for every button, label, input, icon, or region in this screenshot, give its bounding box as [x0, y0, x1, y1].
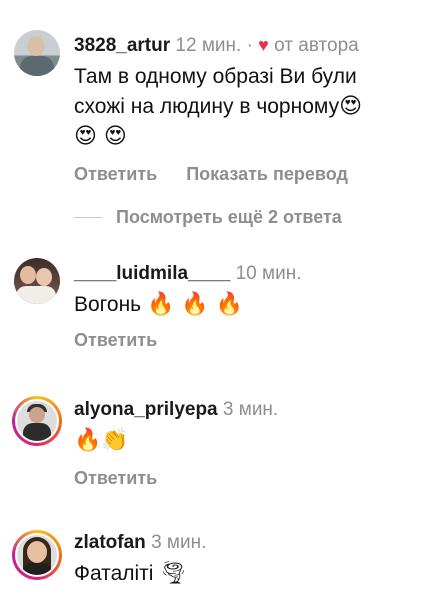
- username[interactable]: zlatofan: [74, 532, 146, 553]
- comment-meta: ____luidmila____ 10 мин.: [74, 262, 435, 286]
- comment-meta: alyona_prilyepa 3 мин.: [74, 398, 435, 422]
- comment-text: 🔥👏: [74, 426, 435, 456]
- liked-by-author-label: от автора: [274, 35, 359, 56]
- separator: ·: [246, 35, 253, 56]
- heart-eyes-emoji: 😍 😍: [74, 124, 127, 149]
- comment-time: 12 мин.: [175, 35, 242, 56]
- username[interactable]: ____luidmila____: [74, 263, 230, 284]
- comment-text: Там в одному образі Ви були схожі на люд…: [74, 62, 435, 152]
- tornado-emoji: 🌪: [159, 561, 188, 586]
- comment-text-line: Вогонь: [74, 293, 142, 316]
- fire-clap-emoji: 🔥👏: [74, 428, 129, 453]
- comment-time: 10 мин.: [235, 263, 302, 284]
- comment-actions: Ответить: [74, 330, 435, 351]
- comment-text-line: схожі на людину в чорному: [74, 95, 340, 118]
- username[interactable]: alyona_prilyepa: [74, 399, 218, 420]
- heart-icon: ♥: [258, 35, 269, 55]
- comment-text: Фаталіті 🌪: [74, 559, 435, 589]
- heart-eyes-emoji: 😍: [339, 94, 363, 119]
- fire-emoji: 🔥 🔥 🔥: [146, 292, 244, 317]
- avatar[interactable]: [12, 530, 62, 580]
- comment-text-line: Фаталіті: [74, 562, 154, 585]
- comment-time: 3 мин.: [222, 399, 279, 420]
- reply-button[interactable]: Ответить: [74, 164, 157, 184]
- view-replies-button[interactable]: Посмотреть ещё 2 ответа: [74, 207, 342, 228]
- username[interactable]: 3828_artur: [74, 35, 170, 56]
- avatar[interactable]: [14, 30, 60, 76]
- view-replies-label: Посмотреть ещё 2 ответа: [116, 207, 342, 227]
- comment-text-line: Там в одному образі Ви були: [74, 65, 357, 88]
- comment-text: Вогонь 🔥 🔥 🔥: [74, 290, 435, 320]
- comment-meta: zlatofan 3 мин.: [74, 531, 435, 555]
- comment-meta: 3828_artur 12 мин. · ♥ от автора: [74, 33, 435, 58]
- divider-line: [74, 217, 102, 218]
- comment-actions: Ответить Показать перевод: [74, 164, 435, 185]
- avatar[interactable]: [14, 258, 60, 304]
- show-translation-button[interactable]: Показать перевод: [186, 164, 348, 184]
- reply-button[interactable]: Ответить: [74, 330, 157, 350]
- avatar[interactable]: [12, 396, 62, 446]
- comment-actions: Ответить: [74, 468, 435, 489]
- reply-button[interactable]: Ответить: [74, 468, 157, 488]
- comment-time: 3 мин.: [151, 532, 207, 553]
